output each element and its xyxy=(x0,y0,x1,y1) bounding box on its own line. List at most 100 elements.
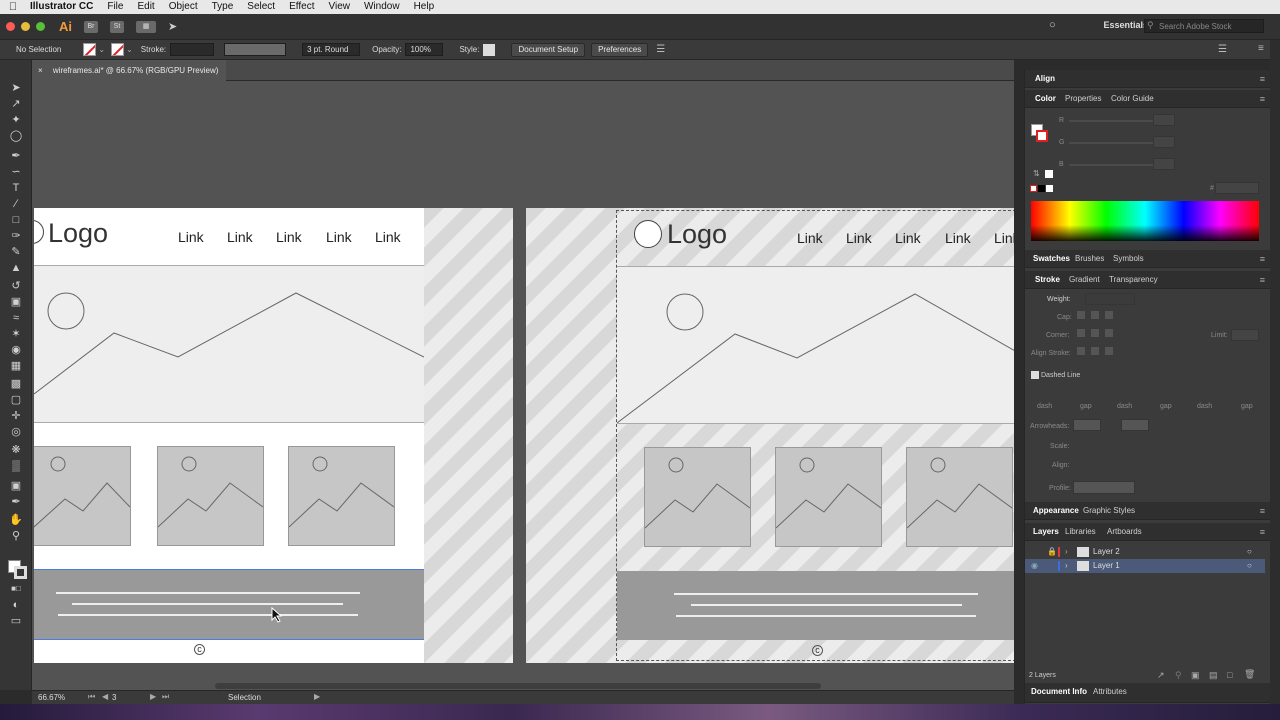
close-tab-icon[interactable]: × xyxy=(38,66,43,75)
panel-menu-icon[interactable]: ≡ xyxy=(1260,502,1265,520)
previous-artboard-icon[interactable]: ◀ xyxy=(102,692,108,701)
hand-tool-icon[interactable]: ✋ xyxy=(9,513,23,527)
selection-tool-icon[interactable]: ➤ xyxy=(9,81,23,95)
white-swatch[interactable] xyxy=(1045,170,1053,178)
fill-swatch[interactable] xyxy=(83,43,97,56)
transparency-tab[interactable]: Transparency xyxy=(1109,271,1158,289)
color-panel-header[interactable]: Color Properties Color Guide ≡ xyxy=(1025,90,1271,108)
pen-tool-icon[interactable]: ✒ xyxy=(9,149,23,163)
stroke-color-box[interactable] xyxy=(14,566,27,579)
arrange-documents-icon[interactable]: ▦ xyxy=(136,20,156,33)
g-value-input[interactable] xyxy=(1153,136,1175,148)
align-panel-header[interactable]: Align ≡ xyxy=(1025,70,1271,88)
drawing-mode-icon[interactable]: ◐ xyxy=(9,598,23,612)
align-outside-icon[interactable] xyxy=(1105,347,1113,355)
stroke-swatch[interactable] xyxy=(1036,130,1048,142)
rotate-tool-icon[interactable]: ↺ xyxy=(9,279,23,293)
first-artboard-icon[interactable]: ⏮ xyxy=(88,692,95,702)
panel-menu-icon[interactable]: ≡ xyxy=(1260,250,1265,268)
bevel-join-icon[interactable] xyxy=(1105,329,1113,337)
zoom-level[interactable]: 66.67% xyxy=(38,693,65,702)
panel-options-icon[interactable]: ☰ xyxy=(1218,44,1227,55)
swatches-tab[interactable]: Swatches xyxy=(1033,250,1070,268)
symbols-tab[interactable]: Symbols xyxy=(1113,250,1144,268)
r-slider[interactable] xyxy=(1069,120,1159,122)
gradient-tab[interactable]: Gradient xyxy=(1069,271,1100,289)
arrange-icon[interactable]: ☰ xyxy=(656,44,665,55)
eyedropper-tool-icon[interactable]: ✛ xyxy=(9,409,23,423)
search-stock-input[interactable]: Search Adobe Stock xyxy=(1144,19,1264,33)
weight-input[interactable] xyxy=(1085,293,1135,305)
menu-edit[interactable]: Edit xyxy=(130,0,161,14)
screen-mode-icon[interactable]: ▭ xyxy=(9,614,23,628)
panel-menu-icon[interactable]: ≡ xyxy=(1260,90,1265,108)
chevron-right-icon[interactable]: › xyxy=(1065,545,1068,559)
end-arrowhead-select[interactable] xyxy=(1121,419,1149,431)
preferences-button[interactable]: Preferences xyxy=(591,42,649,57)
close-window-button[interactable] xyxy=(6,22,15,31)
graphic-styles-tab[interactable]: Graphic Styles xyxy=(1083,502,1135,520)
puppet-warp-icon[interactable]: ✶ xyxy=(9,327,23,341)
document-info-panel-header[interactable]: Document Info Attributes xyxy=(1025,683,1271,703)
scale-tool-icon[interactable]: ▣ xyxy=(9,295,23,309)
color-tab[interactable]: Color xyxy=(1035,90,1056,108)
round-join-icon[interactable] xyxy=(1091,329,1099,337)
eraser-tool-icon[interactable]: ▲ xyxy=(9,261,23,275)
warp-tool-icon[interactable]: ≈ xyxy=(9,311,23,325)
bridge-button[interactable]: Br xyxy=(84,20,98,33)
b-value-input[interactable] xyxy=(1153,158,1175,170)
artboard-number[interactable]: 3 xyxy=(112,693,116,702)
slice-tool-icon[interactable]: ✒ xyxy=(9,495,23,509)
r-value-input[interactable] xyxy=(1153,114,1175,126)
new-layer-icon[interactable]: □ xyxy=(1227,670,1232,680)
type-tool-icon[interactable]: T xyxy=(9,181,23,195)
panel-menu-icon[interactable]: ≡ xyxy=(1260,523,1265,541)
graphic-style-swatch[interactable] xyxy=(483,43,496,56)
panel-menu-icon[interactable]: ≡ xyxy=(1260,70,1265,88)
stroke-weight-input[interactable] xyxy=(170,43,215,56)
artboard-tool-icon[interactable]: ▣ xyxy=(9,479,23,493)
column-graph-icon[interactable]: ▒ xyxy=(9,459,23,473)
menu-select[interactable]: Select xyxy=(240,0,282,14)
last-artboard-icon[interactable]: ⏭ xyxy=(162,692,169,702)
libraries-tab[interactable]: Libraries xyxy=(1065,523,1096,541)
stock-button[interactable]: St xyxy=(110,20,124,33)
horizontal-scrollbar[interactable] xyxy=(215,683,821,689)
app-menu[interactable]: Illustrator CC xyxy=(26,0,100,14)
document-tab[interactable]: × wireframes.ai* @ 66.67% (RGB/GPU Previ… xyxy=(32,60,227,81)
lock-icon[interactable]: 🔒 xyxy=(1047,545,1057,559)
brush-definition[interactable]: 3 pt. Round xyxy=(302,43,361,56)
apple-icon[interactable]:  xyxy=(0,1,26,13)
eye-icon[interactable]: ◉ xyxy=(1031,559,1038,573)
send-icon[interactable]: ➤ xyxy=(168,20,177,33)
curvature-tool-icon[interactable]: ∽ xyxy=(9,165,23,179)
color-spectrum[interactable] xyxy=(1031,201,1259,241)
symbol-sprayer-icon[interactable]: ❋ xyxy=(9,443,23,457)
limit-input[interactable] xyxy=(1231,329,1259,341)
locate-object-icon[interactable]: ⚲ xyxy=(1175,670,1182,681)
swap-icon[interactable]: ⇅ xyxy=(1033,169,1040,178)
profile-select[interactable] xyxy=(1073,481,1135,494)
align-tab[interactable]: Align xyxy=(1035,70,1055,88)
color-mode-icon[interactable]: ■□ xyxy=(9,582,23,596)
dashed-line-checkbox[interactable] xyxy=(1031,371,1039,379)
align-inside-icon[interactable] xyxy=(1091,347,1099,355)
brushes-tab[interactable]: Brushes xyxy=(1075,250,1104,268)
layer-row-layer-1[interactable]: ◉ › Layer 1 ○ xyxy=(1025,559,1265,573)
perspective-grid-icon[interactable]: ▦ xyxy=(9,359,23,373)
layer-name[interactable]: Layer 1 xyxy=(1093,559,1120,573)
mesh-tool-icon[interactable]: ▩ xyxy=(9,377,23,391)
shape-builder-icon[interactable]: ◉ xyxy=(9,343,23,357)
blob-brush-icon[interactable]: ✎ xyxy=(9,245,23,259)
g-slider[interactable] xyxy=(1069,142,1159,144)
gradient-tool-icon[interactable]: ▢ xyxy=(9,393,23,407)
artboard-1[interactable]: Logo Link Link Link Link Link c xyxy=(34,208,424,663)
target-circle-icon[interactable]: ○ xyxy=(1247,545,1252,559)
layers-panel-header[interactable]: Layers Libraries Artboards ≡ xyxy=(1025,523,1271,541)
zoom-tool-icon[interactable]: ⚲ xyxy=(9,529,23,543)
stroke-panel-header[interactable]: Stroke Gradient Transparency ≡ xyxy=(1025,271,1271,289)
clipping-mask-icon[interactable]: ▣ xyxy=(1191,670,1200,681)
menu-help[interactable]: Help xyxy=(407,0,442,14)
status-menu-icon[interactable]: ▶ xyxy=(314,692,320,701)
rectangle-tool-icon[interactable]: □ xyxy=(9,213,23,227)
